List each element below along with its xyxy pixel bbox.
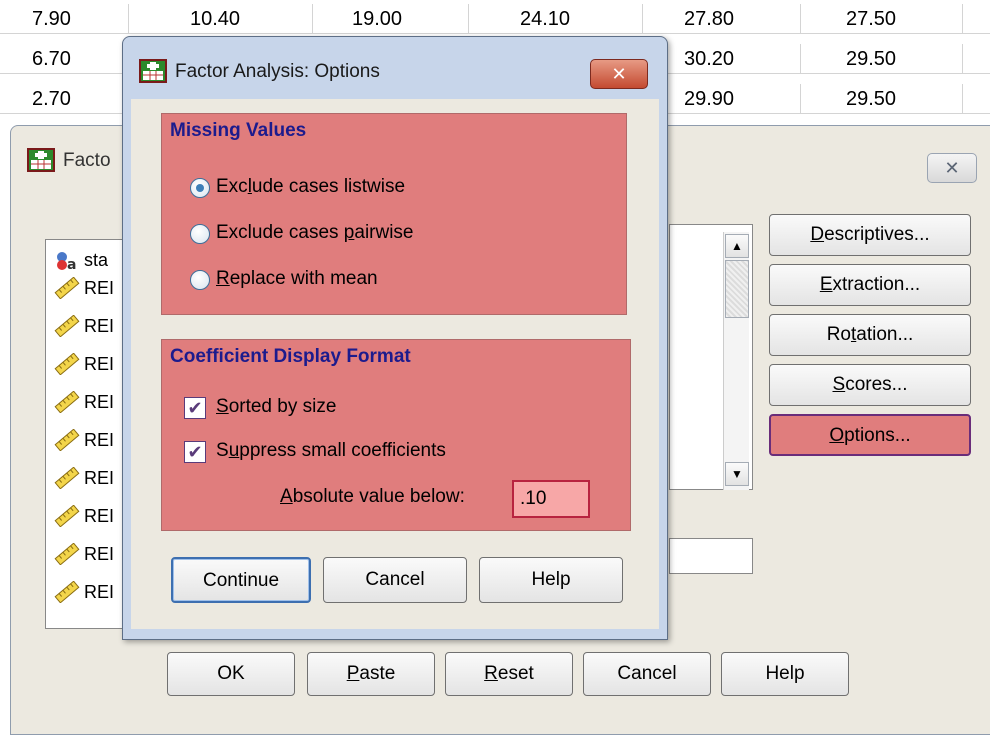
- sheet-cell: 2.70: [32, 88, 71, 110]
- absolute-value-input[interactable]: .10: [512, 480, 590, 518]
- scale-ruler-icon: [54, 276, 80, 300]
- missing-values-group: Missing Values Exclude cases listwise Ex…: [161, 113, 627, 315]
- selection-variable-field[interactable]: [669, 538, 753, 574]
- variable-label: REI: [84, 582, 115, 602]
- svg-text:a: a: [67, 257, 76, 271]
- scroll-up-arrow-icon[interactable]: ▲: [725, 234, 749, 258]
- radio-button[interactable]: [190, 224, 210, 244]
- checkmark-icon[interactable]: ✔: [184, 397, 206, 419]
- sheet-cell: 27.80: [684, 8, 735, 30]
- sheet-cell: 29.50: [846, 88, 897, 110]
- options-dialog-title: Factor Analysis: Options: [175, 61, 380, 82]
- sheet-cell: 6.70: [32, 48, 71, 70]
- sheet-cell: 30.20: [684, 48, 735, 70]
- scores-button[interactable]: Scores...: [769, 364, 971, 406]
- scale-ruler-icon: [54, 352, 80, 376]
- checkmark-icon[interactable]: ✔: [184, 441, 206, 463]
- cancel-button[interactable]: Cancel: [583, 652, 711, 696]
- extraction-button[interactable]: Extraction...: [769, 264, 971, 306]
- help-button[interactable]: Help: [721, 652, 849, 696]
- sheet-cell: 27.50: [846, 8, 897, 30]
- sheet-row: 7.90 10.40 19.00 24.10 27.80 27.50: [0, 4, 990, 34]
- scale-ruler-icon: [54, 504, 80, 528]
- variable-label: REI: [84, 430, 115, 450]
- scale-ruler-icon: [54, 314, 80, 338]
- ok-button[interactable]: OK: [167, 652, 295, 696]
- close-icon: ✕: [611, 64, 627, 84]
- nominal-variable-icon: a: [54, 249, 80, 273]
- paste-button[interactable]: Paste: [307, 652, 435, 696]
- variable-label: REI: [84, 316, 115, 336]
- spss-app-icon: [139, 59, 167, 89]
- missing-values-title: Missing Values: [170, 120, 307, 141]
- main-dialog-title: Facto: [63, 150, 111, 171]
- scale-ruler-icon: [54, 428, 80, 452]
- variable-label: REI: [84, 392, 115, 412]
- variable-label: sta: [84, 250, 109, 270]
- main-close-button[interactable]: ✕: [927, 153, 977, 183]
- options-button[interactable]: Options...: [769, 414, 971, 456]
- sheet-cell: 10.40: [190, 8, 241, 30]
- close-icon: ✕: [944, 158, 960, 178]
- variable-label: REI: [84, 278, 115, 298]
- variable-label: REI: [84, 544, 115, 564]
- sheet-cell: 7.90: [32, 8, 71, 30]
- coefficient-display-group: Coefficient Display Format ✔ Sorted by s…: [161, 339, 631, 531]
- radio-button-checked[interactable]: [190, 178, 210, 198]
- variable-label: REI: [84, 506, 115, 526]
- sheet-cell: 29.50: [846, 48, 897, 70]
- scale-ruler-icon: [54, 466, 80, 490]
- descriptives-button[interactable]: Descriptives...: [769, 214, 971, 256]
- vertical-scrollbar[interactable]: ▲ ▼: [723, 232, 749, 490]
- sheet-cell: 19.00: [352, 8, 403, 30]
- variable-label: REI: [84, 468, 115, 488]
- sheet-cell: 29.90: [684, 88, 735, 110]
- spss-app-icon: [27, 148, 55, 178]
- coefficient-display-title: Coefficient Display Format: [170, 346, 411, 367]
- options-dialog: Factor Analysis: Options ✕ Missing Value…: [122, 36, 668, 640]
- rotation-button[interactable]: Rotation...: [769, 314, 971, 356]
- reset-button[interactable]: Reset: [445, 652, 573, 696]
- scroll-thumb[interactable]: [725, 260, 749, 318]
- radio-button[interactable]: [190, 270, 210, 290]
- scale-ruler-icon: [54, 390, 80, 414]
- options-dialog-body: Missing Values Exclude cases listwise Ex…: [131, 99, 659, 629]
- scale-ruler-icon: [54, 580, 80, 604]
- cancel-button[interactable]: Cancel: [323, 557, 467, 603]
- sheet-cell: 24.10: [520, 8, 571, 30]
- options-close-button[interactable]: ✕: [590, 59, 648, 89]
- scroll-down-arrow-icon[interactable]: ▼: [725, 462, 749, 486]
- scale-ruler-icon: [54, 542, 80, 566]
- absolute-value-label: Absolute value below:: [280, 486, 465, 507]
- variable-label: REI: [84, 354, 115, 374]
- help-button[interactable]: Help: [479, 557, 623, 603]
- continue-button[interactable]: Continue: [171, 557, 311, 603]
